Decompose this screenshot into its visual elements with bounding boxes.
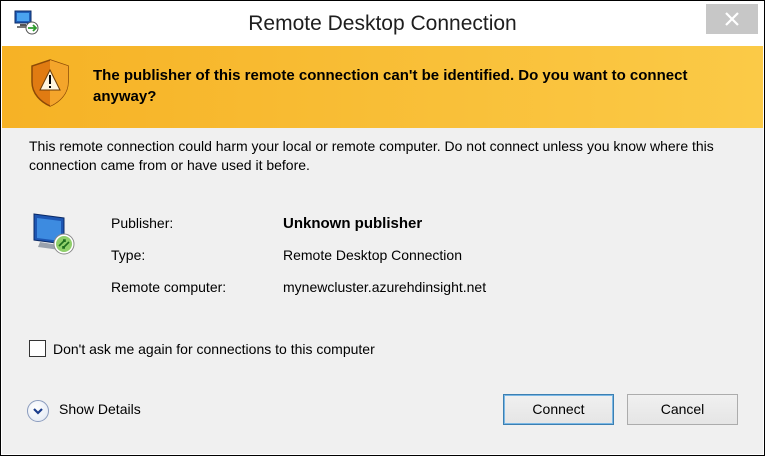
remote-computer-label: Remote computer: [111,279,227,295]
title-bar: Remote Desktop Connection [1,1,764,45]
info-row-publisher: Publisher: Unknown publisher [2,215,762,235]
cancel-button[interactable]: Cancel [627,394,738,425]
show-details-label: Show Details [59,401,141,417]
type-value: Remote Desktop Connection [283,247,462,263]
info-row-type: Type: Remote Desktop Connection [2,247,762,267]
banner-message: The publisher of this remote connection … [93,67,688,105]
expand-circle [27,400,49,422]
remote-computer-value: mynewcluster.azurehdinsight.net [283,279,487,295]
close-icon [725,12,739,26]
chevron-down-icon [33,408,43,415]
connect-button[interactable]: Connect [503,394,614,425]
dialog-content: This remote connection could harm your l… [2,128,763,454]
window-title: Remote Desktop Connection [248,12,517,35]
warning-banner: The publisher of this remote connection … [2,46,763,128]
warning-shield-icon [31,59,69,107]
type-label: Type: [111,247,146,263]
publisher-value: Unknown publisher [283,215,423,232]
close-button[interactable] [706,4,758,34]
dont-ask-again-checkbox[interactable] [29,340,46,357]
info-row-remote-computer: Remote computer: mynewcluster.azurehdins… [2,279,762,299]
show-details-button[interactable]: Show Details [27,400,167,422]
dont-ask-again-label[interactable]: Don't ask me again for connections to th… [53,341,375,357]
warning-text: This remote connection could harm your l… [29,138,714,173]
publisher-label: Publisher: [111,215,174,231]
remote-desktop-dialog: Remote Desktop Connection The publisher … [0,0,765,456]
